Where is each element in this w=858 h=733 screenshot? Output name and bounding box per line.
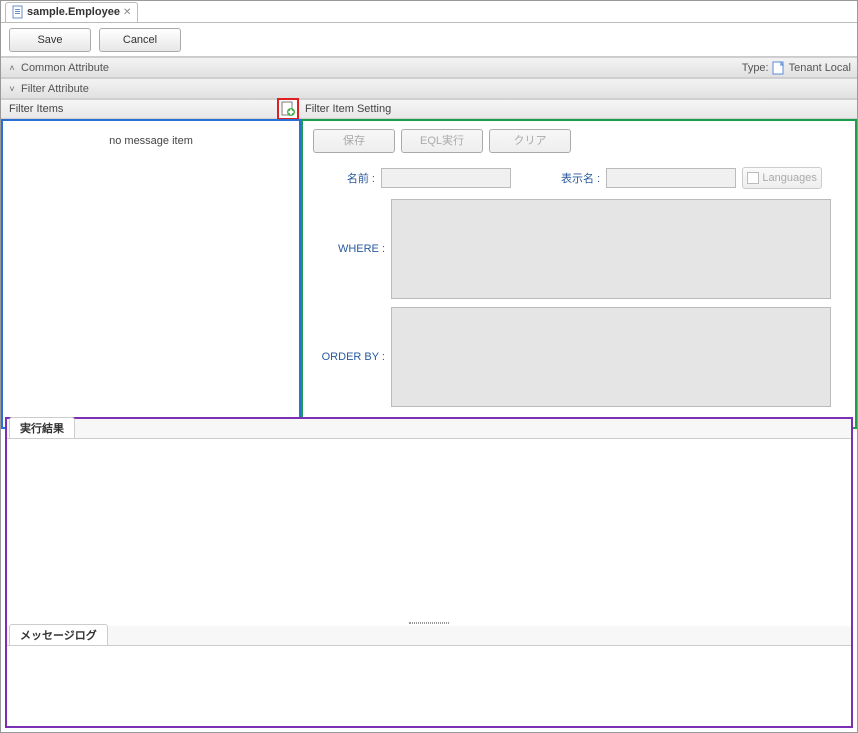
message-log-body <box>7 646 851 726</box>
chevron-down-icon: ˅ <box>7 84 17 94</box>
no-items-message: no message item <box>109 135 193 427</box>
common-attr-header[interactable]: ˄ Common Attribute Type: Tenant Local <box>1 57 857 78</box>
message-log-tab[interactable]: メッセージログ <box>9 624 108 645</box>
chevron-up-icon: ˄ <box>7 63 17 73</box>
filter-items-body: no message item <box>1 119 301 429</box>
filter-attr-label: Filter Attribute <box>21 83 89 95</box>
name-label: 名前 : <box>313 170 375 186</box>
languages-label: Languages <box>762 172 816 184</box>
filter-setting-header: Filter Item Setting <box>301 99 857 119</box>
setting-toolbar: 保存 EQL実行 クリア <box>313 129 845 153</box>
results-body <box>7 439 851 620</box>
display-name-input[interactable] <box>606 168 736 188</box>
editor-root: sample.Employee ✕ Save Cancel ˄ Common A… <box>0 0 858 733</box>
filter-split: no message item 保存 EQL実行 クリア 名前 : 表示名 : <box>1 119 857 429</box>
type-value: Tenant Local <box>789 62 851 74</box>
orderby-input[interactable] <box>391 307 831 407</box>
results-region: 実行結果 メッセージログ <box>5 417 853 728</box>
setting-clear-button[interactable]: クリア <box>489 129 571 153</box>
name-input[interactable] <box>381 168 511 188</box>
filter-setting-panel: 保存 EQL実行 クリア 名前 : 表示名 : Languages <box>301 119 857 429</box>
close-icon[interactable]: ✕ <box>123 7 131 18</box>
setting-eql-button[interactable]: EQL実行 <box>401 129 483 153</box>
message-log-tabbar: メッセージログ <box>7 626 851 646</box>
name-row: 名前 : 表示名 : Languages <box>313 167 845 189</box>
add-filter-item-button[interactable] <box>277 98 299 120</box>
display-name-label: 表示名 : <box>561 170 600 186</box>
tab-title: sample.Employee <box>27 6 120 18</box>
where-row: WHERE : <box>313 199 845 299</box>
file-icon <box>12 5 24 19</box>
filter-items-header: Filter Items <box>1 99 301 119</box>
common-attr-label: Common Attribute <box>21 62 109 74</box>
filter-setting-body: 保存 EQL実行 クリア 名前 : 表示名 : Languages <box>301 119 857 429</box>
type-label: Type: <box>742 62 769 74</box>
where-input[interactable] <box>391 199 831 299</box>
filter-setting-title: Filter Item Setting <box>305 103 391 115</box>
tenant-icon <box>772 61 786 75</box>
setting-save-button[interactable]: 保存 <box>313 129 395 153</box>
orderby-row: ORDER BY : <box>313 307 845 407</box>
languages-button[interactable]: Languages <box>742 167 822 189</box>
message-log-panel: メッセージログ <box>7 626 851 726</box>
save-button[interactable]: Save <box>9 28 91 52</box>
filter-items-title: Filter Items <box>5 103 277 115</box>
languages-icon <box>747 172 759 184</box>
cancel-button[interactable]: Cancel <box>99 28 181 52</box>
editor-tab[interactable]: sample.Employee ✕ <box>5 2 138 22</box>
results-tab[interactable]: 実行結果 <box>9 417 75 438</box>
add-page-icon <box>280 101 296 117</box>
toolbar: Save Cancel <box>1 23 857 57</box>
where-label: WHERE : <box>313 243 385 255</box>
filter-attr-header[interactable]: ˅ Filter Attribute <box>1 78 857 99</box>
tab-bar: sample.Employee ✕ <box>1 1 857 23</box>
results-tabbar: 実行結果 <box>7 419 851 439</box>
orderby-label: ORDER BY : <box>313 351 385 363</box>
filter-items-panel: no message item <box>1 119 301 429</box>
